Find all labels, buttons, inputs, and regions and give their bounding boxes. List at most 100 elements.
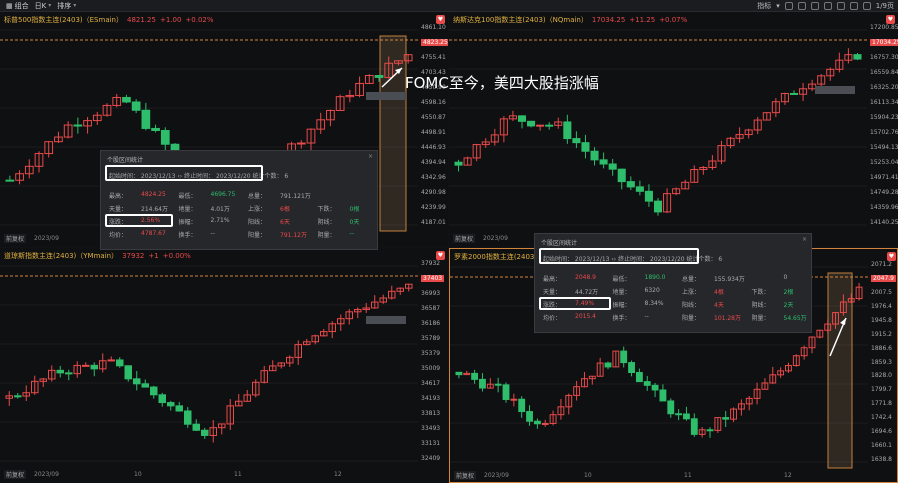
- candle: [90, 364, 98, 370]
- y-axis-tick: 4187.01: [421, 219, 446, 226]
- stat-label: 振幅：: [612, 302, 631, 309]
- candle: [690, 418, 698, 435]
- stat-value: 2天: [783, 302, 794, 309]
- y-axis-tick: 36993: [421, 290, 441, 297]
- y-axis-tick: 2071.2: [871, 261, 892, 268]
- y-axis-tick: 15904.23: [870, 114, 898, 121]
- stat-value: 4824.25: [141, 191, 166, 198]
- candle: [141, 109, 151, 129]
- settings-icon[interactable]: [784, 2, 793, 10]
- adjust-mode-button[interactable]: 前复权: [453, 234, 476, 243]
- candle: [527, 120, 536, 127]
- candle: [160, 130, 170, 145]
- candle: [599, 159, 608, 165]
- candle: [518, 398, 526, 413]
- candle: [853, 54, 862, 60]
- y-axis-tick: 1915.2: [871, 330, 892, 338]
- candlestick-chart: [449, 29, 867, 226]
- candle: [517, 115, 527, 122]
- stat-label: 地量：: [178, 206, 197, 213]
- y-axis-tick: 4446.93: [421, 144, 446, 151]
- stat-label: 阴线：: [751, 302, 770, 309]
- y-axis-tick: 4598.16: [421, 99, 446, 106]
- adjust-mode-button[interactable]: 前复权: [4, 470, 27, 479]
- stat-label: 总量：: [682, 276, 701, 283]
- stat-value: 6根: [280, 206, 290, 213]
- highlight-box: [105, 214, 173, 227]
- x-axis-tick: 11: [234, 471, 242, 478]
- stat-label: 振幅：: [178, 219, 197, 226]
- candle: [454, 161, 463, 166]
- y-axis-tick: 4861.10: [421, 24, 446, 31]
- chart-panel[interactable]: 道琼斯指数主连(2403)（YMmain） 37932 +1 +0.00% ♥ 37932…: [0, 248, 448, 483]
- brush-icon[interactable]: [810, 2, 819, 10]
- candle: [151, 127, 160, 132]
- chart-panel[interactable]: 纳斯达克100指数主连(2403)（NQmain） 17034.25 +11.25 +…: [449, 12, 898, 247]
- candle: [604, 362, 612, 368]
- y-axis-tick: 4342.96: [421, 174, 446, 181]
- y-axis-tick: 15494.13: [870, 144, 898, 151]
- highlight-box: [539, 248, 699, 264]
- y-axis-tick: 1945.8: [871, 316, 892, 324]
- stat-label: 换手：: [612, 315, 631, 322]
- close-icon[interactable]: ×: [368, 153, 373, 160]
- group-menu[interactable]: ▦ 组合: [6, 1, 29, 11]
- candle: [150, 386, 158, 396]
- chevron-down-icon: ▾: [48, 2, 52, 9]
- stat-label: 最高：: [543, 276, 562, 283]
- layout-icon[interactable]: [849, 2, 858, 10]
- y-axis-tick: 4394.94: [421, 159, 446, 166]
- y-axis-tick: 4823.25: [421, 39, 448, 46]
- candle: [643, 381, 651, 386]
- chevron-down-icon: ▾: [73, 2, 77, 9]
- y-axis-tick: 4550.87: [421, 114, 446, 121]
- candle: [533, 420, 541, 425]
- stat-value: 0根: [349, 206, 360, 213]
- grid-icon: ▦: [6, 1, 13, 10]
- candle: [167, 402, 175, 407]
- x-axis-tick: 10: [134, 471, 142, 478]
- y-axis-tick: 33493: [421, 425, 441, 432]
- stat-value: 8.34%: [644, 300, 664, 307]
- stat-value: --: [210, 230, 215, 237]
- candle: [374, 75, 384, 78]
- expand-icon[interactable]: [862, 2, 871, 10]
- top-toolbar: ▦ 组合 日K ▾ 排序 ▾ 指标 ▾ 1/9页: [0, 0, 898, 12]
- indicator-menu[interactable]: 指标: [757, 1, 771, 11]
- y-axis-tick: 1638.8: [871, 456, 892, 463]
- y-axis-tick: 35009: [421, 365, 441, 372]
- candle: [158, 394, 166, 404]
- stat-label: 均价：: [109, 232, 128, 239]
- stat-value: 1890.0: [644, 274, 666, 281]
- stat-value: 4天: [714, 302, 724, 309]
- y-axis-tick: 37403: [421, 275, 445, 282]
- chevron-down-icon: ▾: [776, 2, 780, 10]
- range-stats-dialog[interactable]: 个股区间统计 × 起始时间： 2023/12/13 ‹› 终止时间： 2023/12…: [100, 150, 378, 250]
- candle: [581, 142, 590, 152]
- x-axis-tick: 2023/09: [484, 472, 509, 479]
- draw-icon[interactable]: [823, 2, 832, 10]
- y-axis-tick: 34193: [421, 395, 441, 402]
- y-axis-tick: 4290.98: [421, 189, 446, 196]
- stat-label: 总量：: [248, 193, 267, 200]
- highlight-box: [105, 165, 263, 181]
- candle: [502, 384, 510, 400]
- y-axis-tick: 1660.1: [871, 442, 892, 450]
- refresh-icon[interactable]: [836, 2, 845, 10]
- candle: [635, 186, 644, 192]
- sort-select[interactable]: 排序 ▾: [57, 1, 76, 11]
- price-marker: [366, 92, 406, 100]
- adjust-mode-button[interactable]: 前复权: [4, 234, 27, 243]
- adjust-mode-button[interactable]: 前复权: [454, 471, 477, 480]
- y-axis-tick: 4239.99: [421, 204, 446, 211]
- stat-value: 6天: [280, 219, 290, 226]
- y-axis-tick: 14749.28: [870, 189, 898, 196]
- link-icon[interactable]: [797, 2, 806, 10]
- range-stats-dialog[interactable]: 个股区间统计 × 起始时间： 2023/12/13 ‹› 终止时间： 2023/12…: [534, 233, 812, 333]
- period-select[interactable]: 日K ▾: [35, 1, 52, 11]
- stat-label: 上涨：: [682, 289, 701, 296]
- candle: [65, 372, 73, 375]
- close-icon[interactable]: ×: [802, 236, 807, 243]
- stat-value: 0天: [349, 219, 360, 226]
- x-axis-tick: 2023/09: [34, 235, 59, 242]
